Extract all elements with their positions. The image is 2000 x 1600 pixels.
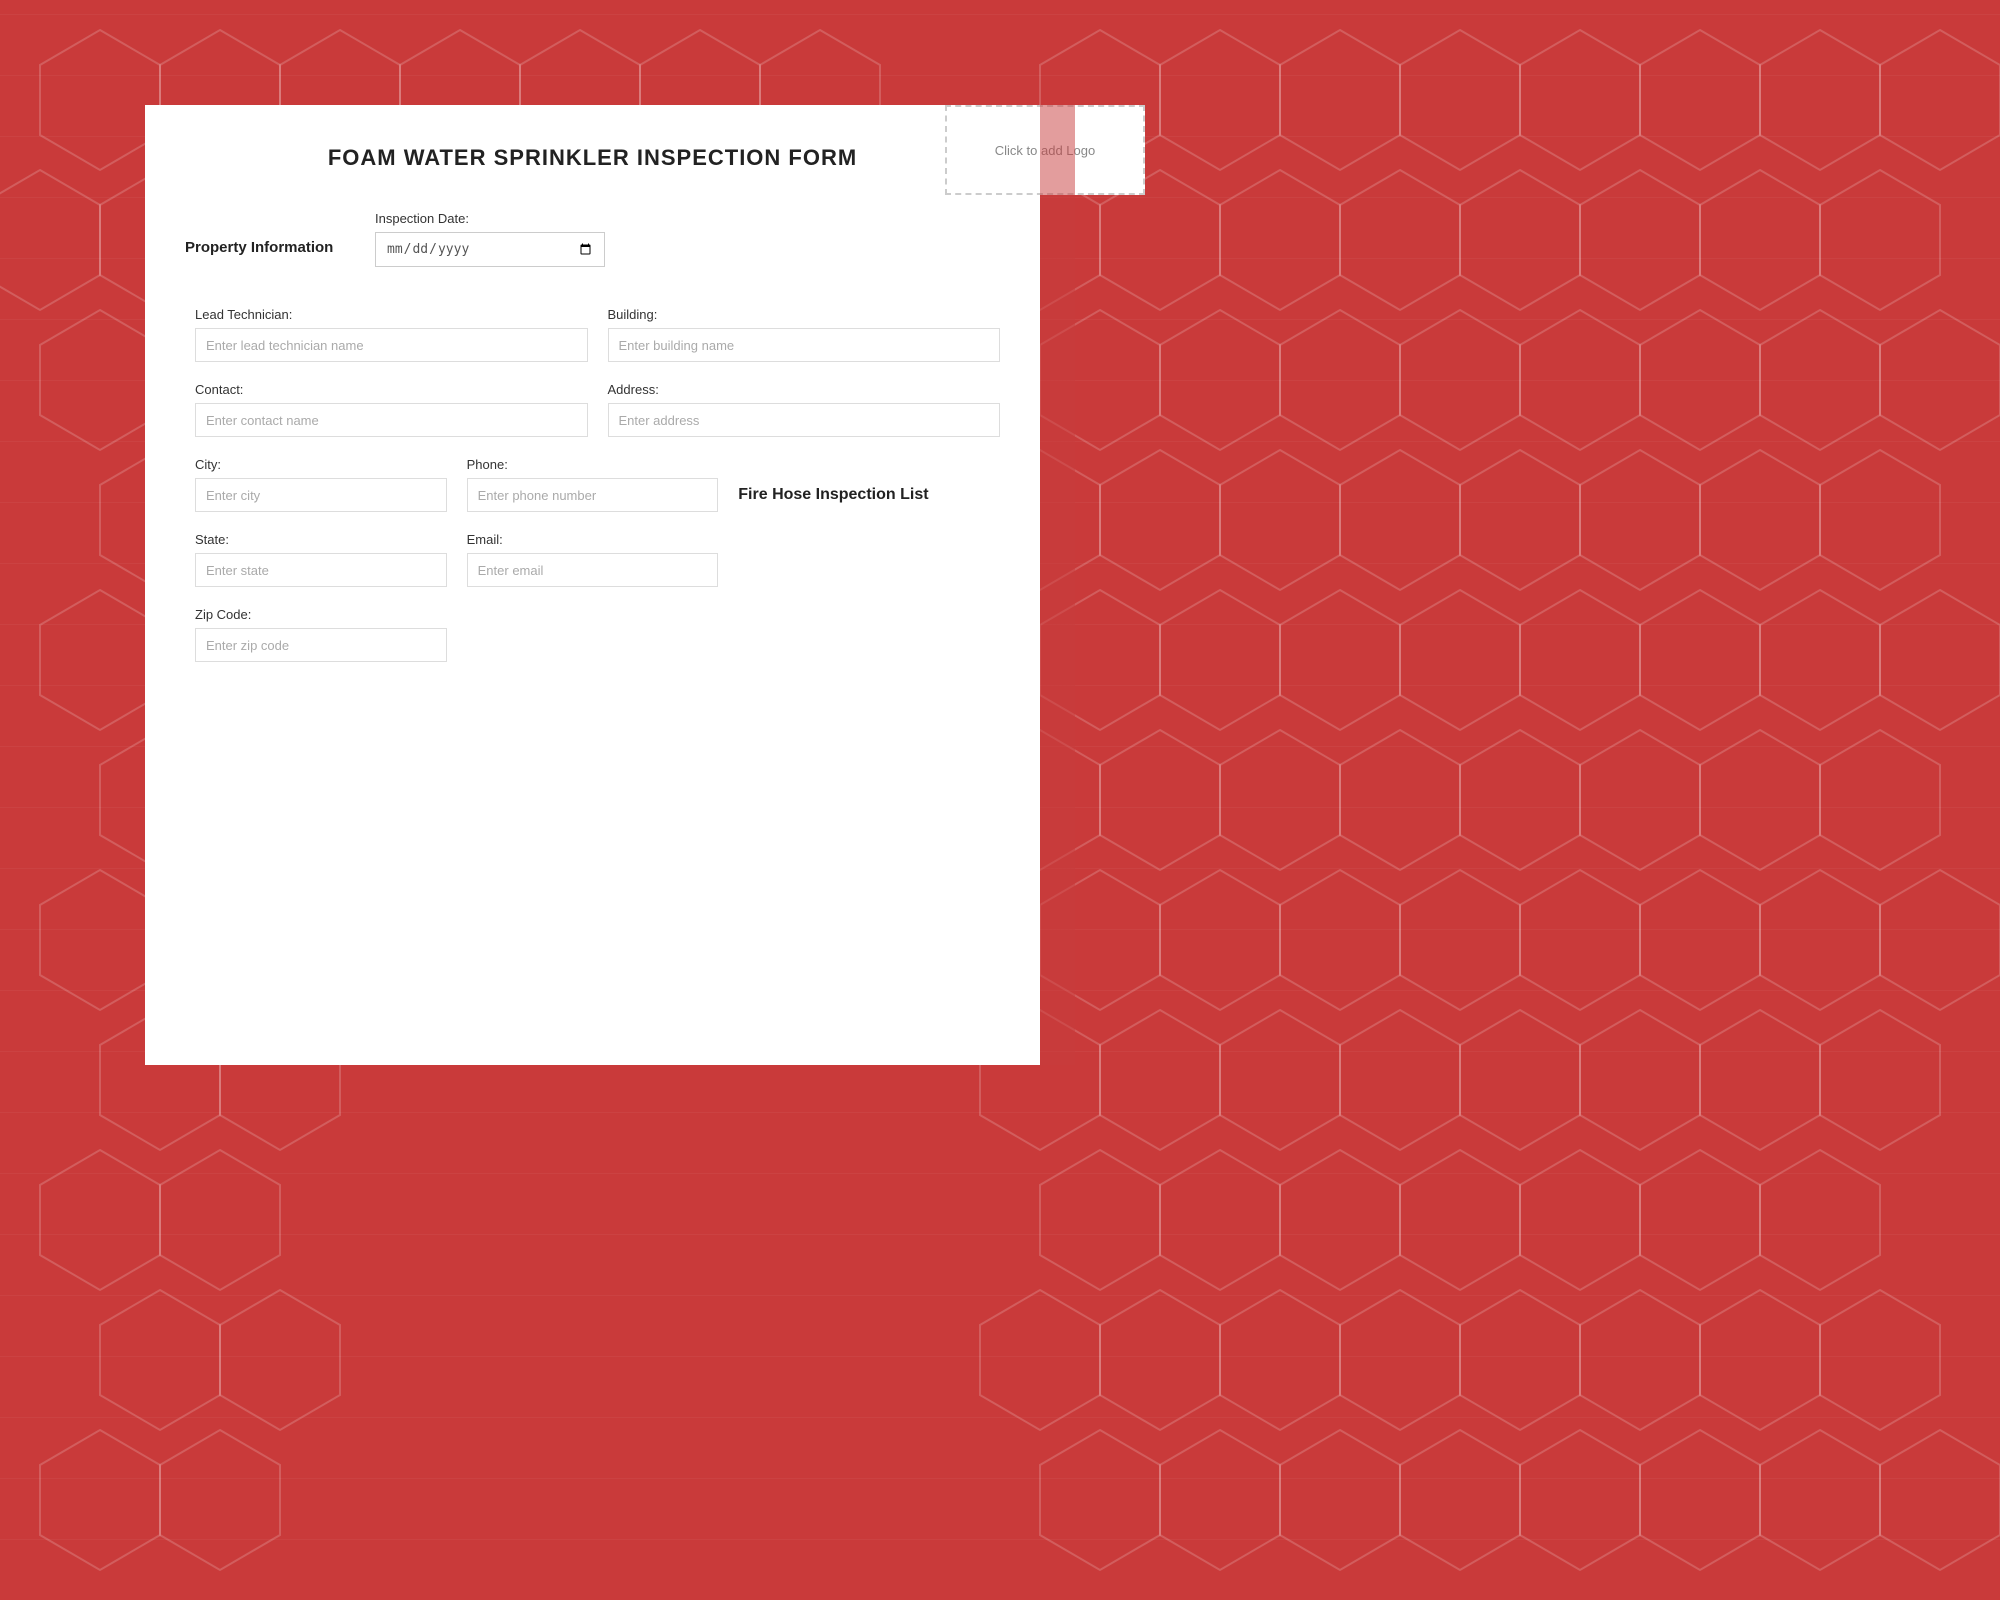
form-body: Lead Technician: Building: Contact: Addr… xyxy=(185,307,1000,662)
section-label-property: Property Information xyxy=(185,211,345,256)
col-lead-technician: Lead Technician: xyxy=(195,307,588,362)
row-technician-building: Lead Technician: Building: xyxy=(195,307,1000,362)
row-city-phone-firehose: City: Phone: Fire Hose Inspection List xyxy=(195,457,1000,512)
state-label: State: xyxy=(195,532,447,547)
lead-technician-label: Lead Technician: xyxy=(195,307,588,322)
col-building: Building: xyxy=(608,307,1001,362)
email-input[interactable] xyxy=(467,553,719,587)
col-phone: Phone: xyxy=(467,457,719,512)
zip-code-label: Zip Code: xyxy=(195,607,447,622)
phone-input[interactable] xyxy=(467,478,719,512)
contact-input[interactable] xyxy=(195,403,588,437)
inspection-date-input[interactable] xyxy=(375,232,605,267)
city-input[interactable] xyxy=(195,478,447,512)
contact-label: Contact: xyxy=(195,382,588,397)
col-email: Email: xyxy=(467,532,719,587)
row-zipcode: Zip Code: xyxy=(195,607,1000,662)
property-info-section: Property Information Inspection Date: xyxy=(185,211,1000,287)
col-city: City: xyxy=(195,457,447,512)
form-panel: FOAM WATER SPRINKLER INSPECTION FORM Pro… xyxy=(145,105,1040,1065)
phone-label: Phone: xyxy=(467,457,719,472)
col-empty-1 xyxy=(738,532,990,587)
col-empty-3 xyxy=(738,607,990,662)
col-fire-hose: Fire Hose Inspection List xyxy=(738,476,990,512)
address-input[interactable] xyxy=(608,403,1001,437)
col-contact: Contact: xyxy=(195,382,588,437)
col-address: Address: xyxy=(608,382,1001,437)
row-state-email: State: Email: xyxy=(195,532,1000,587)
lead-technician-input[interactable] xyxy=(195,328,588,362)
col-state: State: xyxy=(195,532,447,587)
side-accent-panel xyxy=(1040,105,1075,1065)
col-empty-2 xyxy=(467,607,719,662)
state-input[interactable] xyxy=(195,553,447,587)
fire-hose-inspection-label: Fire Hose Inspection List xyxy=(738,486,928,504)
email-label: Email: xyxy=(467,532,719,547)
building-label: Building: xyxy=(608,307,1001,322)
inspection-date-group: Inspection Date: xyxy=(375,211,1000,267)
address-label: Address: xyxy=(608,382,1001,397)
zip-code-input[interactable] xyxy=(195,628,447,662)
col-zipcode: Zip Code: xyxy=(195,607,447,662)
city-label: City: xyxy=(195,457,447,472)
section-content-property: Inspection Date: xyxy=(375,211,1000,287)
form-title: FOAM WATER SPRINKLER INSPECTION FORM xyxy=(185,135,1000,171)
inspection-date-label: Inspection Date: xyxy=(375,211,1000,226)
row-contact-address: Contact: Address: xyxy=(195,382,1000,437)
building-input[interactable] xyxy=(608,328,1001,362)
